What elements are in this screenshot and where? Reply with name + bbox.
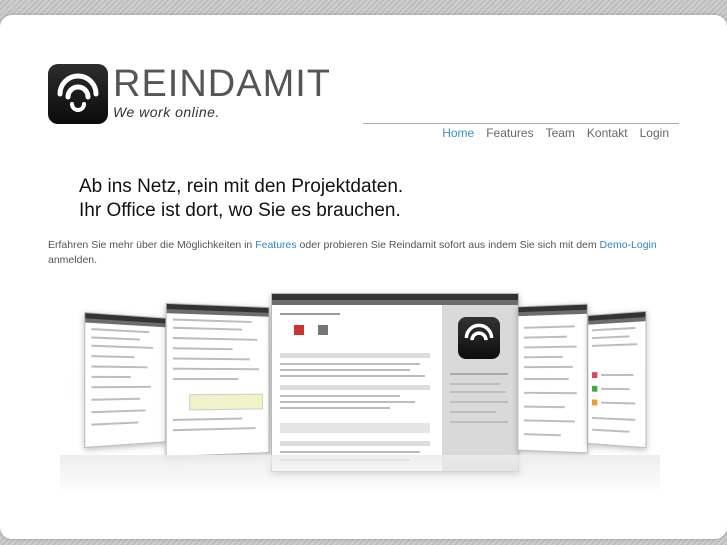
app-screenshot-5 — [587, 310, 647, 449]
app-screenshot-4 — [517, 303, 588, 454]
app-screenshot-3 — [271, 293, 519, 472]
app-screenshot-1 — [84, 311, 167, 449]
showcase-reflection — [60, 455, 660, 495]
app-screenshot-2 — [165, 302, 270, 458]
screenshot-showcase — [0, 0, 727, 545]
